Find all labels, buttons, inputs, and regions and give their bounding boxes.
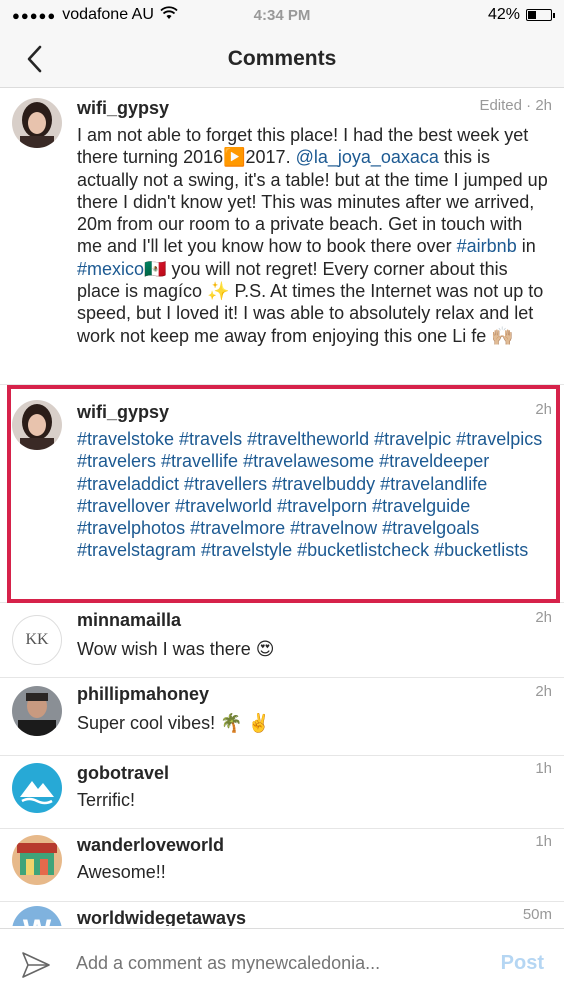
comment-text: #travelstoke #travels #traveltheworld #t… [77,428,550,562]
avatar[interactable] [12,98,62,148]
comment-item: Edited · 2h wifi_gypsy I am not able to … [0,88,564,385]
avatar[interactable] [12,835,62,885]
chevron-left-icon [27,45,42,73]
comment-username[interactable]: wifi_gypsy [77,97,550,119]
comment-username[interactable]: worldwidegetaways [77,907,550,926]
comment-input[interactable] [76,953,456,974]
navigation-bar: Comments [0,30,564,88]
post-button[interactable]: Post [501,952,544,975]
page-title: Comments [227,46,337,70]
battery-fill [528,11,537,19]
comment-text-segment: Wow wish I was there 😍 [77,639,275,659]
comment-text: Terrific! [77,789,550,811]
comment-item: 1h gobotravel Terrific! [0,756,564,829]
comment-text: Wow wish I was there 😍 [77,638,550,660]
comment-text-segment: in [516,236,536,257]
battery-percentage: 42% [487,6,520,23]
comment-item: KK 2h minnamailla Wow wish I was there 😍 [0,603,564,678]
comment-text-segment: Awesome!! [77,862,166,882]
comment-text: I am not able to forget this place! I ha… [77,124,550,347]
carrier-name: vodafone AU [62,6,154,23]
back-button[interactable] [18,42,50,76]
avatar[interactable] [12,400,62,450]
comment-text: Super cool vibes! 🌴 ✌️ [77,712,550,734]
avatar-letter: W [23,914,51,926]
comment-text-segment: Terrific! [77,790,135,810]
status-bar: ●●●●● vodafone AU 4:34 PM 42% [0,0,564,30]
wifi-icon [160,5,178,25]
avatar[interactable]: W [12,906,62,926]
comment-text-segment: 🇲🇽 you will not regret! Every corner abo… [77,258,544,346]
hashtag-link[interactable]: #travelstoke #travels #traveltheworld #t… [77,429,542,560]
comment-item: 2h phillipmahoney Super cool vibes! 🌴 ✌️ [0,678,564,756]
comment-username[interactable]: gobotravel [77,762,550,784]
avatar[interactable] [12,686,62,736]
comment-text: Awesome!! [77,861,550,883]
battery-icon [526,9,555,21]
signal-strength-icon: ●●●●● [12,7,57,23]
avatar[interactable] [12,763,62,813]
comment-username[interactable]: wanderloveworld [77,834,550,856]
send-icon[interactable] [20,949,52,981]
mention-link[interactable]: @la_joya_oaxaca [296,147,439,167]
comment-username[interactable]: minnamailla [77,609,550,631]
avatar-monogram: KK [25,631,49,648]
comment-item: W 50m worldwidegetaways [0,902,564,926]
comments-list[interactable]: Edited · 2h wifi_gypsy I am not able to … [0,88,564,926]
comment-text-segment: Super cool vibes! 🌴 ✌️ [77,713,270,733]
hashtag-link[interactable]: #mexico [77,259,144,279]
comment-username[interactable]: wifi_gypsy [77,401,550,423]
comment-item: 1h wanderloveworld Awesome!! [0,829,564,902]
hashtag-link[interactable]: #airbnb [457,236,517,256]
avatar[interactable]: KK [12,615,62,665]
comment-item: 2h wifi_gypsy #travelstoke #travels #tra… [0,385,564,603]
comment-username[interactable]: phillipmahoney [77,683,550,705]
comment-input-bar: Post [0,928,564,1000]
